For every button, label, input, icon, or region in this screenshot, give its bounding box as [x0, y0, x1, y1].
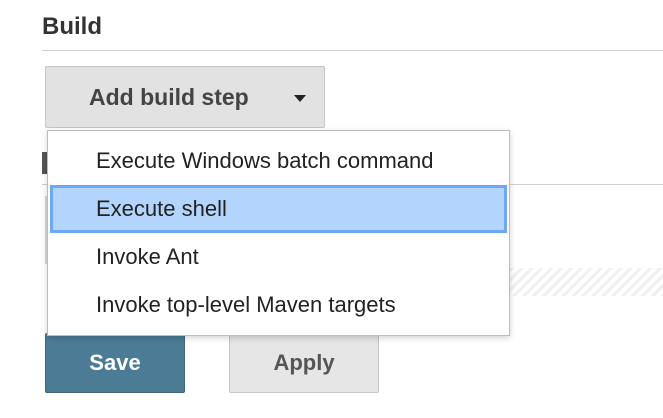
menu-item-label: Invoke top-level Maven targets	[96, 292, 396, 317]
menu-item-execute-windows-batch-command[interactable]: Execute Windows batch command	[48, 137, 509, 185]
menu-item-label: Execute shell	[96, 196, 227, 221]
add-build-step-label: Add build step	[89, 83, 249, 110]
menu-item-invoke-top-level-maven-targets[interactable]: Invoke top-level Maven targets	[48, 281, 509, 329]
apply-button-label: Apply	[273, 350, 335, 375]
save-button-label: Save	[89, 350, 141, 375]
apply-button[interactable]: Apply	[229, 333, 379, 393]
caret-down-icon	[294, 95, 306, 102]
save-button[interactable]: Save	[45, 333, 185, 393]
hidden-dashed-region	[510, 268, 663, 296]
add-build-step-button[interactable]: Add build step	[45, 66, 325, 128]
menu-item-label: Invoke Ant	[96, 244, 199, 269]
section-divider	[42, 50, 663, 51]
build-step-dropdown-menu: Execute Windows batch command Execute sh…	[47, 130, 510, 336]
menu-item-invoke-ant[interactable]: Invoke Ant	[48, 233, 509, 281]
section-title: Build	[42, 13, 102, 40]
jenkins-config-page: Build Add build step Save Apply Execute …	[0, 0, 663, 418]
menu-item-execute-shell[interactable]: Execute shell	[50, 185, 507, 233]
menu-item-label: Execute Windows batch command	[96, 148, 434, 173]
